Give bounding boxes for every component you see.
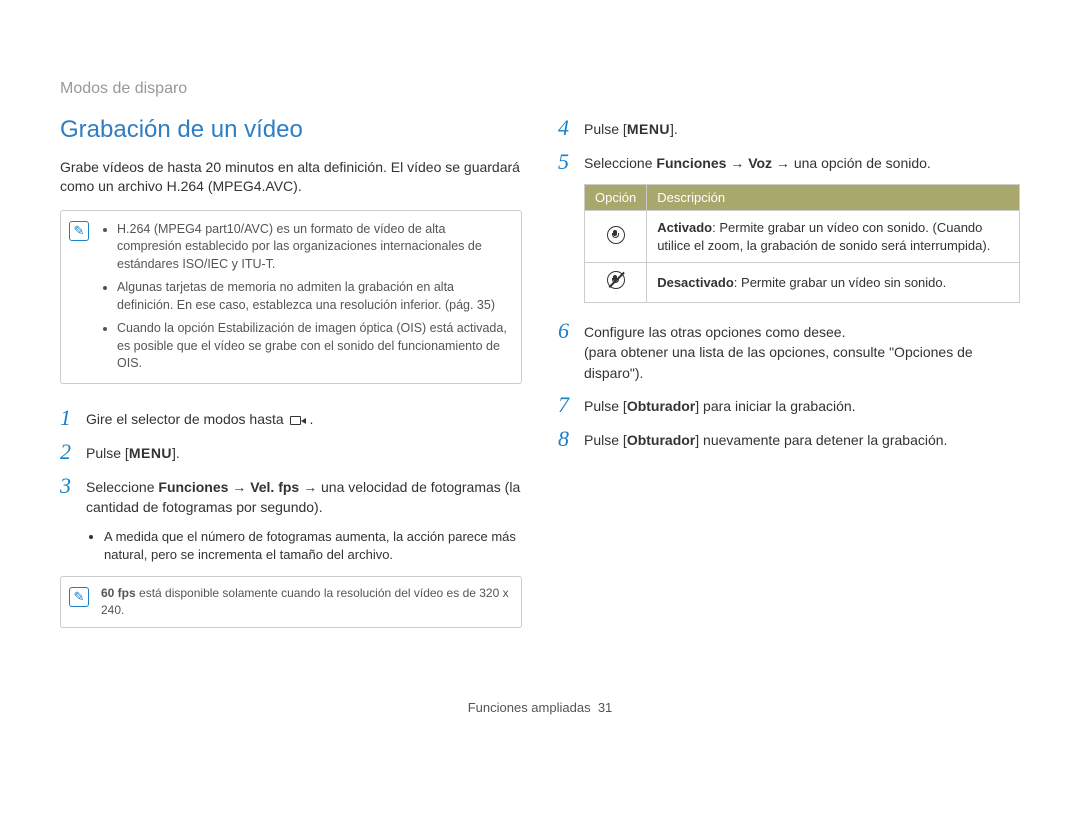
table-row: Desactivado: Permite grabar un vídeo sin… (585, 263, 1020, 303)
step-number: 2 (60, 440, 86, 464)
left-column: Grabación de un vídeo Grabe vídeos de ha… (60, 116, 522, 650)
mic-on-icon (607, 226, 625, 244)
step-4: 4 Pulse [MENU]. (558, 116, 1020, 140)
main-notes-box: ✎ H.264 (MPEG4 part10/AVC) es un formato… (60, 210, 522, 384)
step-number: 1 (60, 406, 86, 430)
step-2: 2 Pulse [MENU]. (60, 440, 522, 464)
breadcrumb: Modos de disparo (60, 80, 1020, 98)
step-number: 3 (60, 474, 86, 518)
step-3-sub-bullet: A medida que el número de fotogramas aum… (86, 528, 522, 564)
table-header-option: Opción (585, 185, 647, 211)
step-number: 6 (558, 319, 584, 383)
step-8: 8 Pulse [Obturador] nuevamente para dete… (558, 427, 1020, 451)
note-item: Cuando la opción Estabilización de image… (117, 320, 509, 373)
step-6: 6 Configure las otras opciones como dese… (558, 319, 1020, 383)
menu-label: MENU (627, 121, 670, 137)
page-footer: Funciones ampliadas 31 (60, 700, 1020, 715)
fps-note-box: ✎ 60 fps está disponible solamente cuand… (60, 576, 522, 628)
step-7: 7 Pulse [Obturador] para iniciar la grab… (558, 393, 1020, 417)
table-header-description: Descripción (647, 185, 1020, 211)
step-number: 8 (558, 427, 584, 451)
menu-label: MENU (129, 445, 172, 461)
table-row: Activado: Permite grabar un vídeo con so… (585, 211, 1020, 263)
step-number: 7 (558, 393, 584, 417)
intro-text: Grabe vídeos de hasta 20 minutos en alta… (60, 158, 522, 196)
note-item: H.264 (MPEG4 part10/AVC) es un formato d… (117, 221, 509, 274)
step-number: 5 (558, 150, 584, 174)
step-number: 4 (558, 116, 584, 140)
step-3: 3 Seleccione Funciones → Vel. fps → una … (60, 474, 522, 518)
note-icon: ✎ (69, 221, 89, 241)
movie-mode-icon (290, 414, 308, 427)
step-5: 5 Seleccione Funciones → Voz → una opció… (558, 150, 1020, 174)
mic-off-icon (607, 271, 625, 289)
note-icon: ✎ (69, 587, 89, 607)
note-item: Algunas tarjetas de memoria no admiten l… (117, 279, 509, 314)
section-title: Grabación de un vídeo (60, 116, 522, 144)
right-column: 4 Pulse [MENU]. 5 Seleccione Funciones →… (558, 116, 1020, 650)
sound-options-table: Opción Descripción Activado: Permite gra… (584, 184, 1020, 303)
step-1: 1 Gire el selector de modos hasta . (60, 406, 522, 430)
